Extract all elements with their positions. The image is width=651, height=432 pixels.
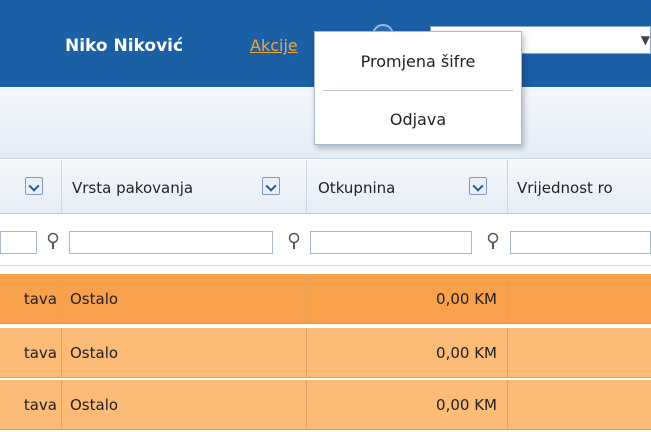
filter-icon[interactable] xyxy=(46,232,60,252)
column-header-otkupnina[interactable]: Otkupnina xyxy=(307,160,508,214)
actions-dropdown-menu: Promjena šifre Odjava xyxy=(314,31,522,145)
column-menu-icon[interactable] xyxy=(262,177,280,195)
filter-row xyxy=(0,214,651,266)
table-cell: 0,00 KM xyxy=(307,274,508,324)
filter-icon[interactable] xyxy=(287,232,301,252)
table-cell: Ostalo xyxy=(62,380,307,430)
table-cell: tava xyxy=(0,328,62,378)
user-name: Niko Niković xyxy=(65,36,184,56)
column-title: Otkupnina xyxy=(318,179,396,197)
table-cell: 0,00 KM xyxy=(307,380,508,430)
column-title: Vrsta pakovanja xyxy=(72,179,194,197)
filter-input-otkupnina[interactable] xyxy=(310,231,472,254)
table-row[interactable]: tava Ostalo 0,00 KM xyxy=(0,274,651,324)
chevron-down-icon[interactable]: ▼ xyxy=(641,33,650,47)
table-cell: Ostalo xyxy=(62,274,307,324)
table-cell: tava xyxy=(0,274,62,324)
table-row[interactable]: tava Ostalo 0,00 KM xyxy=(0,380,651,430)
table-cell: tava xyxy=(0,380,62,430)
table-cell xyxy=(508,274,651,324)
menu-divider xyxy=(323,90,513,91)
filter-input-vrsta-pakovanja[interactable] xyxy=(69,231,273,254)
menu-item-change-password[interactable]: Promjena šifre xyxy=(315,34,521,90)
filter-input-prev[interactable] xyxy=(0,231,37,254)
filter-icon[interactable] xyxy=(486,232,500,252)
column-menu-icon[interactable] xyxy=(25,177,43,195)
table-cell xyxy=(508,328,651,378)
table-cell: Ostalo xyxy=(62,328,307,378)
column-title: Vrijednost ro xyxy=(517,179,613,197)
table-cell: 0,00 KM xyxy=(307,328,508,378)
table-row[interactable]: tava Ostalo 0,00 KM xyxy=(0,328,651,378)
actions-link[interactable]: Akcije xyxy=(250,36,310,55)
column-header-prev[interactable] xyxy=(0,160,62,214)
menu-item-logout[interactable]: Odjava xyxy=(315,92,521,148)
column-menu-icon[interactable] xyxy=(469,177,487,195)
table-cell xyxy=(508,380,651,430)
filter-input-vrijednost[interactable] xyxy=(510,231,651,254)
column-header-vrsta-pakovanja[interactable]: Vrsta pakovanja xyxy=(62,160,307,214)
column-header-vrijednost[interactable]: Vrijednost ro xyxy=(508,160,651,214)
